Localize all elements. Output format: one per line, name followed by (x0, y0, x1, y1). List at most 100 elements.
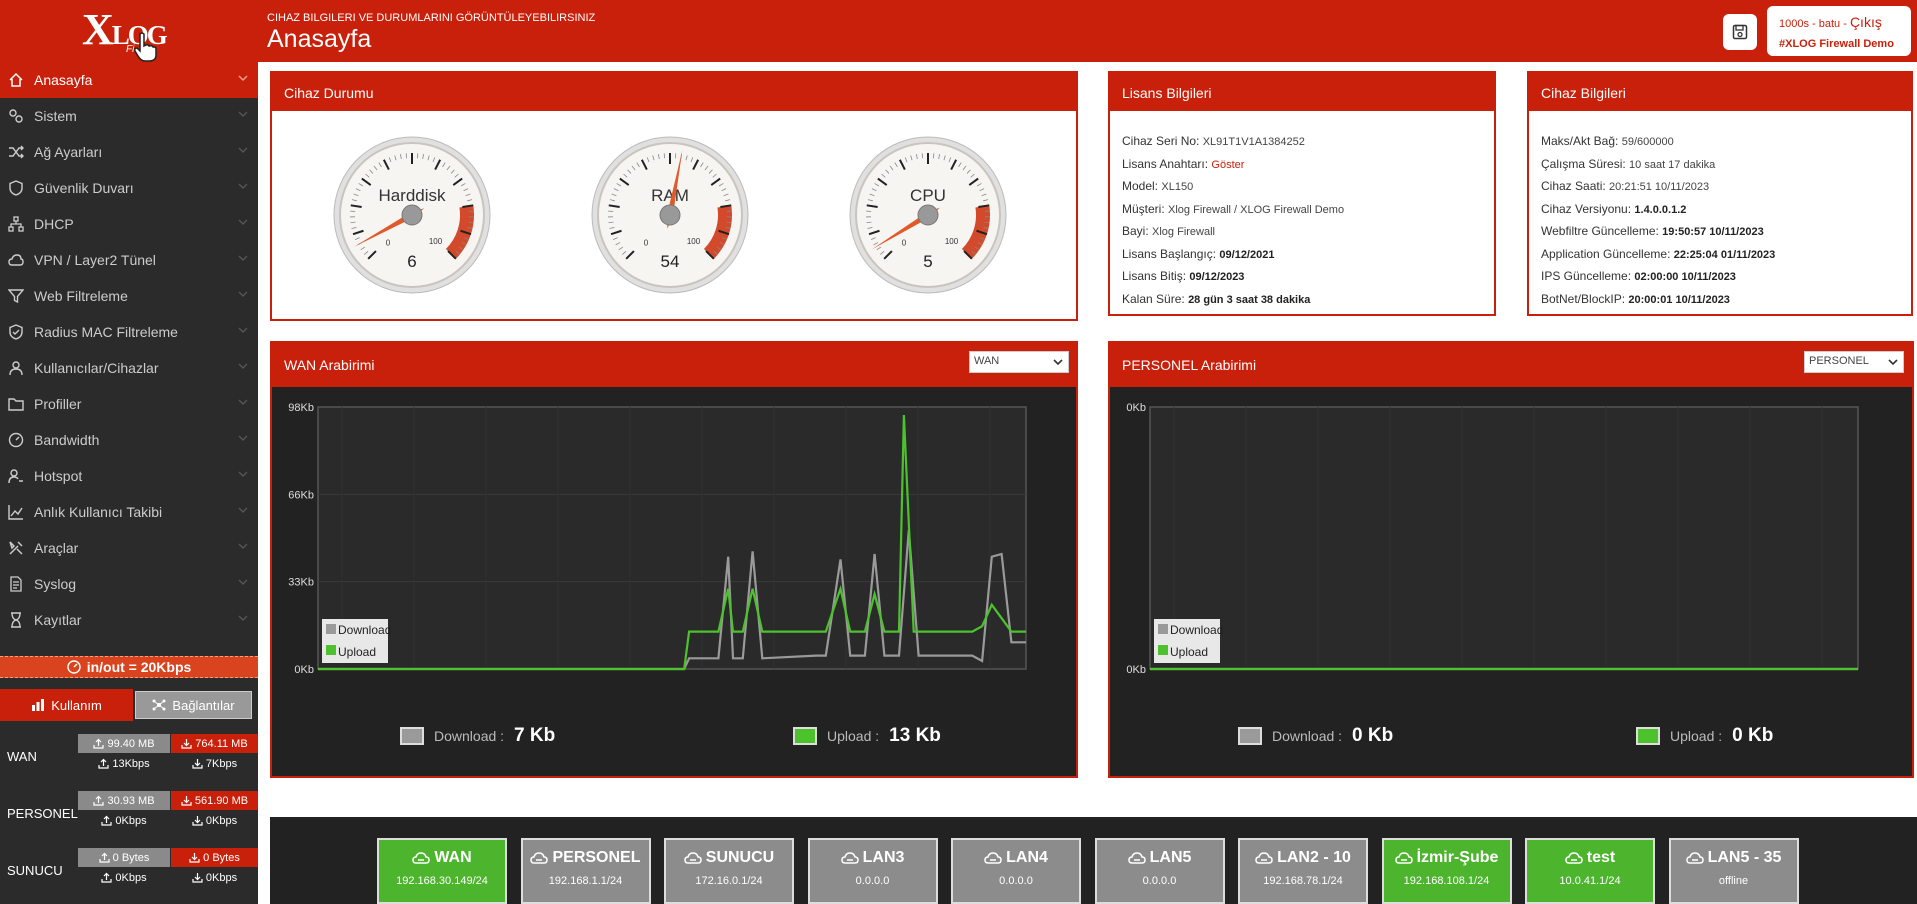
interface-card-ip: 10.0.41.1/24 (1559, 875, 1621, 887)
sidebar-item-dhcp[interactable]: DHCP (0, 206, 258, 242)
interface-card[interactable]: LAN5 0.0.0.0 (1094, 838, 1225, 904)
interface-card-name: LAN3 (862, 849, 905, 866)
interface-card-name: LAN5 - 35 (1707, 849, 1782, 866)
legend-swatch-download (1158, 624, 1168, 634)
interface-name: SUNUCU (7, 863, 63, 878)
interface-card-ip: 192.168.78.1/24 (1263, 875, 1343, 887)
gauge-label: CPU (910, 186, 946, 205)
show-license-link[interactable]: Göster (1211, 159, 1244, 171)
interface-card-name: WAN (434, 849, 472, 866)
cloud-icon (984, 852, 1002, 864)
network-nodes-icon (152, 699, 166, 711)
chevron-down-icon (238, 291, 248, 297)
interface-card-ip: offline (1718, 875, 1749, 887)
gauge-min-label: 0 (386, 238, 391, 247)
cloud-icon (1127, 852, 1146, 864)
sidebar-item-anasayfa[interactable]: Anasayfa (0, 62, 258, 98)
license-end-row: Lisans Bitiş: 09/12/2023 (1122, 269, 1245, 283)
sidebar-item-label: Sistem (34, 108, 77, 124)
chevron-down-icon (238, 435, 248, 441)
sidebar-item-web-filtreleme[interactable]: Web Filtreleme (0, 278, 258, 314)
wan-download-total: Download : 7 Kb (400, 725, 555, 747)
logout-link[interactable]: Çıkış (1850, 14, 1882, 30)
sidebar-item-label: Bandwidth (34, 432, 100, 448)
upload-rate: 7Kbps (171, 754, 258, 773)
network-icon (8, 216, 24, 232)
interface-card-name: LAN2 - 10 (1277, 849, 1351, 866)
wan-download-value: 7 Kb (514, 725, 556, 746)
cloud-icon (1394, 852, 1413, 864)
sidebar-item-profiller[interactable]: Profiller (0, 386, 258, 422)
personel-download-total: Download : 0 Kb (1238, 725, 1393, 747)
interface-card[interactable]: LAN2 - 10 192.168.78.1/24 (1238, 838, 1368, 904)
interface-name: WAN (7, 749, 37, 764)
settings-icon (9, 109, 23, 123)
speed-text: in/out = 20Kbps (86, 659, 192, 675)
y-tick-label: 0Kb (1126, 664, 1146, 676)
interface-card[interactable]: LAN3 0.0.0.0 (807, 838, 938, 904)
sidebar-item-bandwidth[interactable]: Bandwidth (0, 422, 258, 458)
y-tick-label: 66Kb (288, 489, 314, 501)
interface-card-ip: 172.16.0.1/24 (695, 875, 763, 887)
interface-usage-row: PERSONEL 30.93 MB 561.90 MB 0Kbps 0Kbps (0, 791, 258, 837)
sidebar-item-güvenlik-duvarı[interactable]: Güvenlik Duvarı (0, 170, 258, 206)
cloud-icon (8, 254, 24, 266)
sidebar-item-kullanıcılar-cihazlar[interactable]: Kullanıcılar/Cihazlar (0, 350, 258, 386)
interface-card-ip: 0.0.0.0 (1142, 875, 1177, 887)
interface-card[interactable]: WAN 192.168.30.149/24 (377, 838, 507, 904)
gauge-icon (66, 660, 81, 674)
interface-card[interactable]: LAN4 0.0.0.0 (951, 838, 1081, 904)
personel-traffic-chart: 0Kb0Kb20:20:4520:21:0020:21:1520:21:3020… (1126, 402, 1859, 676)
hourglass-icon (11, 612, 21, 628)
interface-card[interactable]: PERSONEL 192.168.1.1/24 (520, 838, 651, 904)
usage-button[interactable]: Kullanım (0, 689, 133, 721)
interface-card[interactable]: LAN5 - 35 offline (1668, 838, 1799, 904)
cloud-icon (1685, 852, 1704, 864)
sidebar-item-label: Hotspot (34, 468, 83, 484)
chevron-down-icon (238, 147, 248, 153)
sidebar-item-vpn-layer2-tünel[interactable]: VPN / Layer2 Tünel (0, 242, 258, 278)
sidebar-item-label: Profiller (34, 396, 82, 412)
license-start-row: Lisans Başlangıç: 09/12/2021 (1122, 246, 1275, 261)
download-rate: 13Kbps (78, 754, 170, 773)
wan-chart-panel: WAN Arabirimi WAN 0Kb33Kb66Kb98Kb20:20:4… (270, 341, 1078, 778)
gauge-max-label: 100 (945, 237, 959, 246)
document-icon (10, 576, 22, 592)
legend-download-label: Download (1170, 623, 1223, 637)
wan-select-value: WAN (974, 355, 1000, 367)
chevron-down-icon (238, 327, 248, 333)
cloud-icon (412, 852, 431, 864)
sidebar-item-syslog[interactable]: Syslog (0, 566, 258, 602)
user-label: 1000s - batu - (1779, 18, 1847, 30)
sidebar-item-label: Ağ Ayarları (34, 144, 103, 160)
download-total: 30.93 MB (78, 791, 170, 810)
logo[interactable]: XLOG Fi (0, 0, 258, 62)
sidebar-item-araçlar[interactable]: Araçlar (0, 530, 258, 566)
sidebar-item-radius-mac-filtreleme[interactable]: Radius MAC Filtreleme (0, 314, 258, 350)
sidebar-item-hotspot[interactable]: Hotspot (0, 458, 258, 494)
personel-interface-select[interactable]: PERSONEL (1804, 351, 1904, 373)
sidebar-item-kayıtlar[interactable]: Kayıtlar (0, 602, 258, 638)
sidebar-item-label: Radius MAC Filtreleme (34, 324, 178, 340)
wan-interface-select[interactable]: WAN (969, 351, 1069, 373)
chart-line-icon (8, 505, 23, 520)
sidebar-item-anlık-kullanıcı-takibi[interactable]: Anlık Kullanıcı Takibi (0, 494, 258, 530)
bar-chart-icon (32, 699, 45, 711)
sidebar-item-ağ-ayarları[interactable]: Ağ Ayarları (0, 134, 258, 170)
y-tick-label: 33Kb (288, 577, 314, 589)
legend-upload-label: Upload (338, 645, 376, 659)
device-info-panel: Cihaz Bilgileri Maks/Akt Bağ: 59/600000 … (1527, 71, 1913, 316)
interface-card[interactable]: SUNUCU 172.16.0.1/24 (664, 838, 794, 904)
sidebar-item-label: Kullanıcılar/Cihazlar (34, 360, 159, 376)
interface-card-ip: 192.168.108.1/24 (1403, 875, 1490, 887)
interface-card-ip: 192.168.1.1/24 (548, 875, 623, 887)
connections-button[interactable]: Bağlantılar (135, 691, 252, 719)
sidebar-item-sistem[interactable]: Sistem (0, 98, 258, 134)
sidebar-item-label: Araçlar (34, 540, 79, 556)
save-button[interactable] (1723, 14, 1757, 50)
harddisk-gauge: 0 100 Harddisk 6 (333, 136, 491, 294)
interface-card[interactable]: İzmir-Şube 192.168.108.1/24 (1381, 838, 1512, 904)
interface-card[interactable]: test 10.0.41.1/24 (1525, 838, 1655, 904)
legend-upload-label: Upload (1170, 645, 1208, 659)
upload-swatch (793, 727, 817, 745)
